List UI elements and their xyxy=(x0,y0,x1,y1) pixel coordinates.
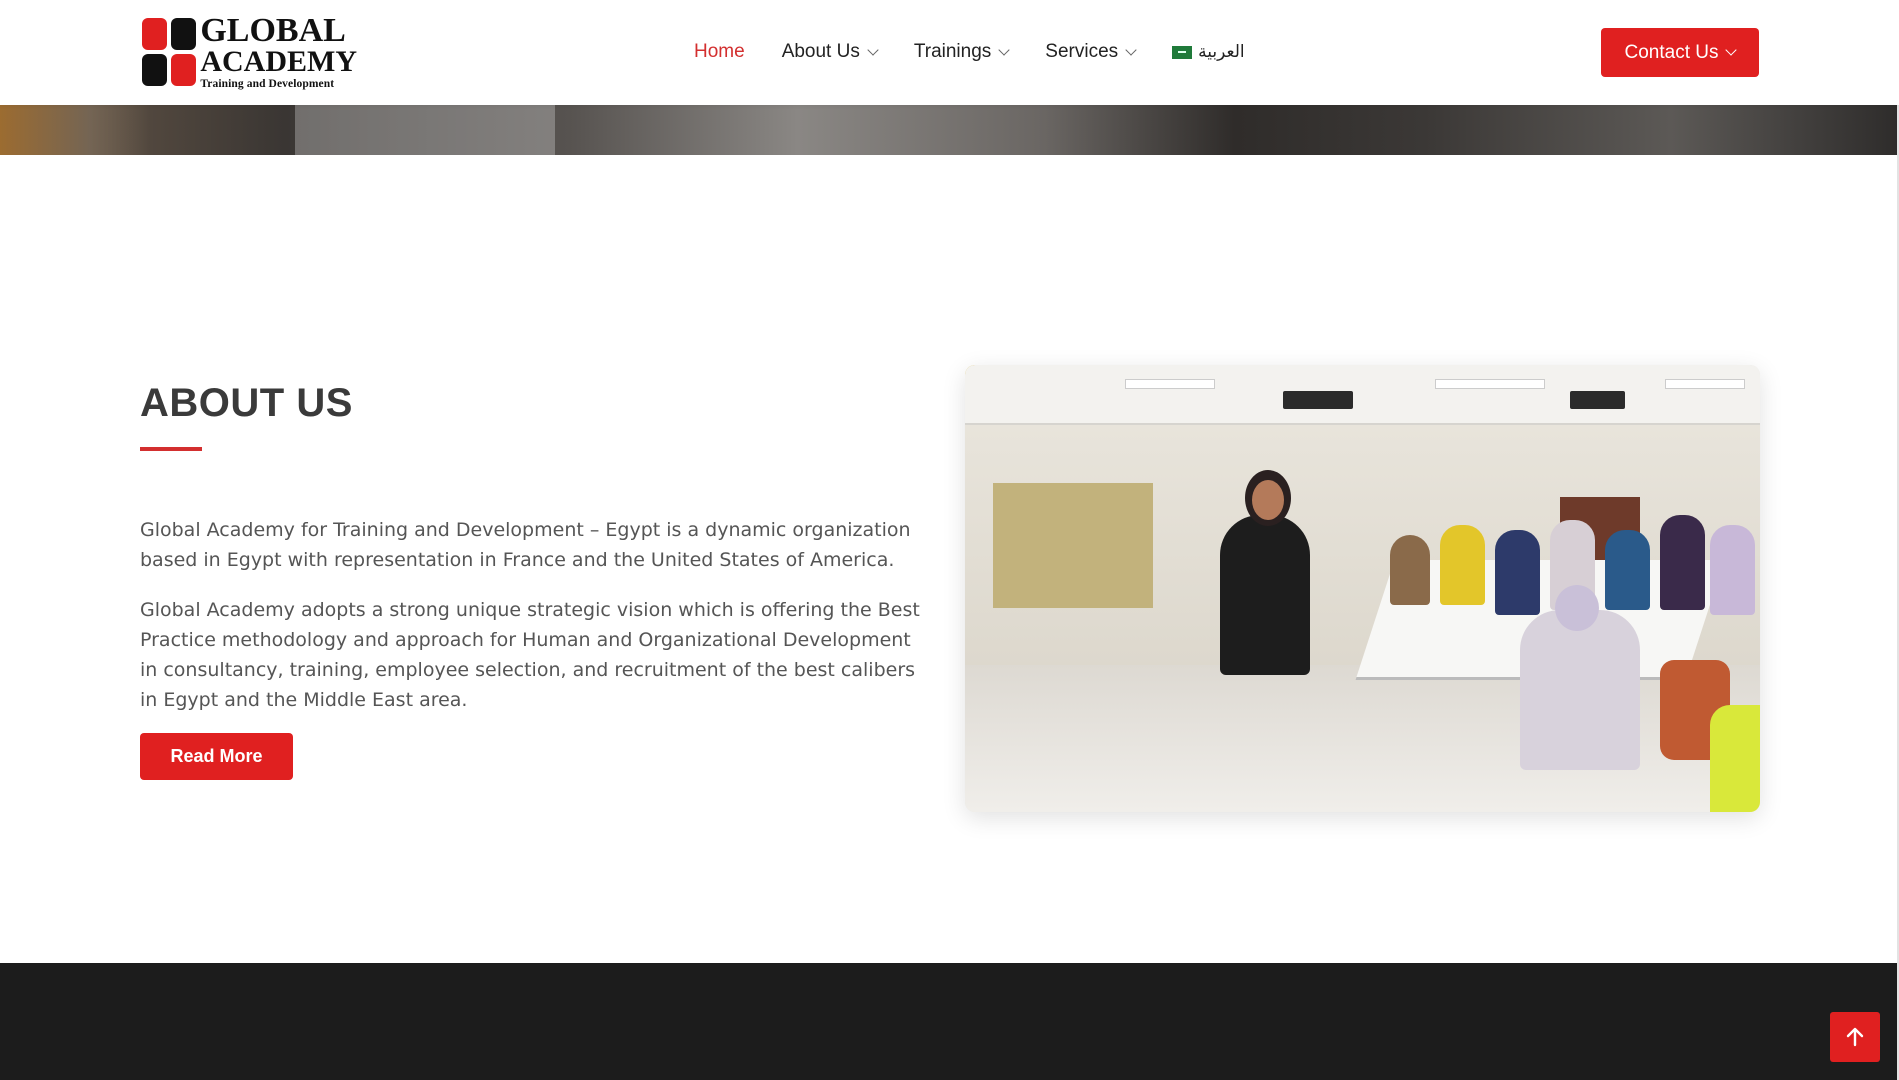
section-title: ABOUT US xyxy=(140,381,353,425)
nav-item-services[interactable]: Services xyxy=(1045,41,1137,63)
nav-item-label: Home xyxy=(694,41,745,62)
classroom-training-photo xyxy=(965,365,1760,812)
logo-line-3: Training and Development xyxy=(200,77,335,90)
nav-item-about-us[interactable]: About Us xyxy=(781,41,879,63)
contact-us-button[interactable]: Contact Us xyxy=(1601,28,1759,77)
chevron-down-icon xyxy=(1725,44,1738,56)
language-switch[interactable]: العربية xyxy=(1172,42,1245,62)
read-more-label: Read More xyxy=(170,746,263,766)
photo-speaker xyxy=(1220,515,1310,675)
contact-us-label: Contact Us xyxy=(1624,41,1719,63)
site-header: GLOBAL ACADEMY Training and Development … xyxy=(0,0,1899,105)
hero-image-strip xyxy=(0,105,1899,155)
about-section: ABOUT US Global Academy for Training and… xyxy=(0,155,1899,963)
logo-text: GLOBAL ACADEMY Training and Development xyxy=(200,11,357,91)
about-paragraph-1: Global Academy for Training and Developm… xyxy=(140,519,911,571)
saudi-flag-icon xyxy=(1172,45,1193,59)
nav-item-label: Services xyxy=(1045,41,1119,62)
nav-item-trainings[interactable]: Trainings xyxy=(913,41,1010,63)
chevron-down-icon xyxy=(867,43,879,56)
logo-line-1: GLOBAL xyxy=(200,11,346,49)
title-underline xyxy=(140,447,202,451)
chevron-down-icon xyxy=(1125,43,1137,56)
photo-floor xyxy=(965,665,1760,812)
nav-item-label: Trainings xyxy=(913,41,992,62)
about-paragraph-2: Global Academy adopts a strong unique st… xyxy=(140,599,920,711)
nav-item-home[interactable]: Home xyxy=(694,41,745,63)
main-nav: Home About Us Trainings Services العربية xyxy=(694,38,1245,66)
chevron-down-icon xyxy=(998,43,1010,56)
read-more-button[interactable]: Read More xyxy=(140,733,293,780)
nav-item-label: About Us xyxy=(781,41,860,62)
logo-line-2: ACADEMY xyxy=(200,44,357,78)
logo-mark-icon xyxy=(142,18,197,86)
photo-ceiling xyxy=(965,365,1760,425)
logo[interactable]: GLOBAL ACADEMY Training and Development xyxy=(142,13,357,89)
language-label: العربية xyxy=(1198,42,1245,61)
scroll-to-top-button[interactable] xyxy=(1830,1012,1880,1062)
arrow-up-icon xyxy=(1846,1027,1864,1047)
footer-section xyxy=(0,963,1899,1080)
